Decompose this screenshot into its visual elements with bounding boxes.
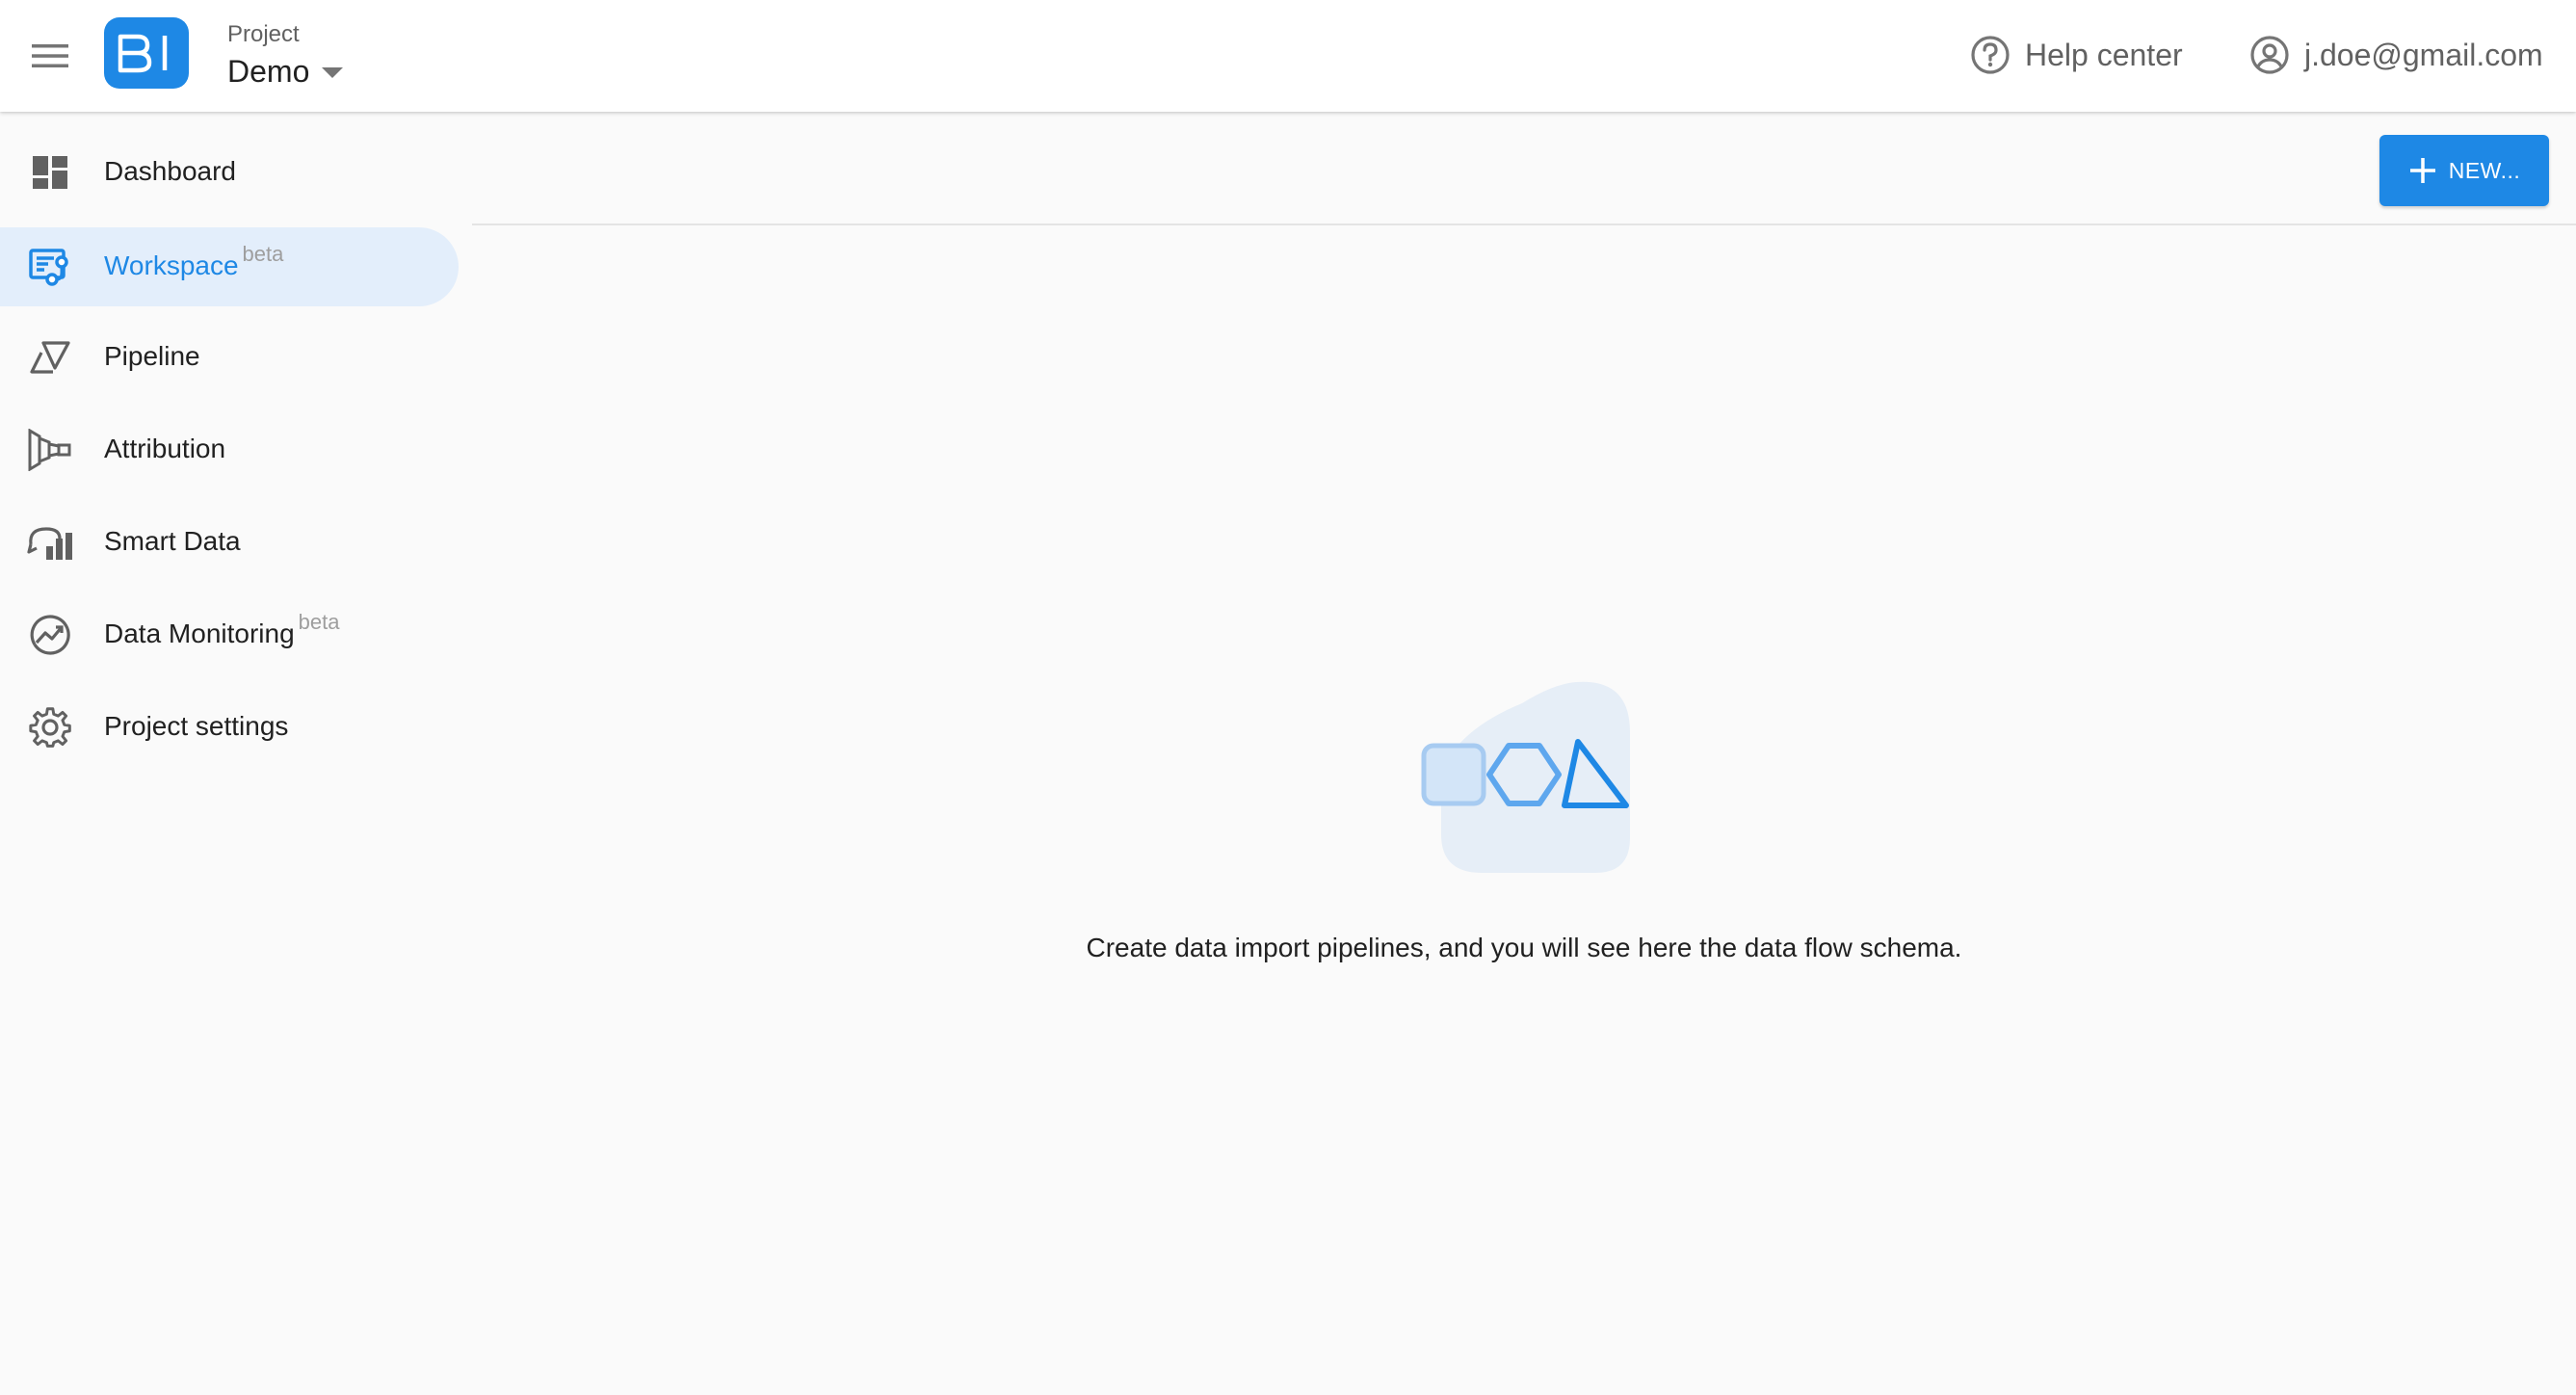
sidebar-item-label: Project settings xyxy=(104,711,289,741)
app-logo[interactable] xyxy=(104,17,189,89)
help-circle-icon xyxy=(1971,36,2010,74)
hamburger-menu-button[interactable] xyxy=(21,27,79,85)
empty-state-message: Create data import pipelines, and you wi… xyxy=(1086,933,1962,962)
dashboard-icon xyxy=(27,152,73,193)
sidebar-item-label: Pipeline xyxy=(104,341,200,371)
bi-logo-icon xyxy=(118,34,168,73)
data-monitoring-icon xyxy=(27,615,73,655)
plus-icon xyxy=(2409,158,2435,183)
project-label: Project xyxy=(227,21,300,47)
pipeline-icon xyxy=(27,337,73,378)
workspace-toolbar: NEW... xyxy=(472,112,2576,225)
beta-badge: beta xyxy=(242,242,284,266)
account-circle-icon xyxy=(2250,36,2289,74)
sidebar-item-dashboard[interactable]: Dashboard xyxy=(0,133,459,212)
sidebar-item-label: Data Monitoring xyxy=(104,619,295,648)
user-email: j.doe@gmail.com xyxy=(2304,37,2543,72)
sidebar-item-smart-data[interactable]: Smart Data xyxy=(0,503,459,582)
hamburger-icon xyxy=(32,44,68,67)
sidebar-item-project-settings[interactable]: Project settings xyxy=(0,688,459,767)
sidebar-item-label: Dashboard xyxy=(104,156,236,186)
attribution-icon xyxy=(27,429,73,471)
sidebar-item-workspace[interactable]: Workspace beta xyxy=(0,227,459,306)
chevron-down-icon xyxy=(322,67,343,78)
empty-state-illustration xyxy=(1421,681,1630,873)
beta-badge: beta xyxy=(298,610,340,634)
sidebar-item-data-monitoring[interactable]: Data Monitoring beta xyxy=(0,595,459,674)
sidebar-item-pipeline[interactable]: Pipeline xyxy=(0,318,459,397)
top-app-bar: Project Demo Help center j.doe@gmail.com xyxy=(0,0,2576,112)
smart-data-icon xyxy=(27,522,73,563)
new-button[interactable]: NEW... xyxy=(2379,135,2549,206)
new-button-label: NEW... xyxy=(2448,157,2521,183)
help-center-label: Help center xyxy=(2025,37,2183,72)
project-name: Demo xyxy=(227,54,310,89)
sidebar-nav: Dashboard Workspace beta Pipeline Attrib… xyxy=(0,112,472,1395)
gear-icon xyxy=(27,707,73,748)
sidebar-item-label: Attribution xyxy=(104,434,226,463)
sidebar-item-label: Workspace xyxy=(104,250,239,280)
workspace-icon xyxy=(27,247,73,287)
help-center-link[interactable]: Help center xyxy=(1969,31,2183,79)
user-account-menu[interactable]: j.doe@gmail.com xyxy=(2248,31,2543,79)
sidebar-item-label: Smart Data xyxy=(104,526,241,556)
sidebar-item-attribution[interactable]: Attribution xyxy=(0,410,459,489)
